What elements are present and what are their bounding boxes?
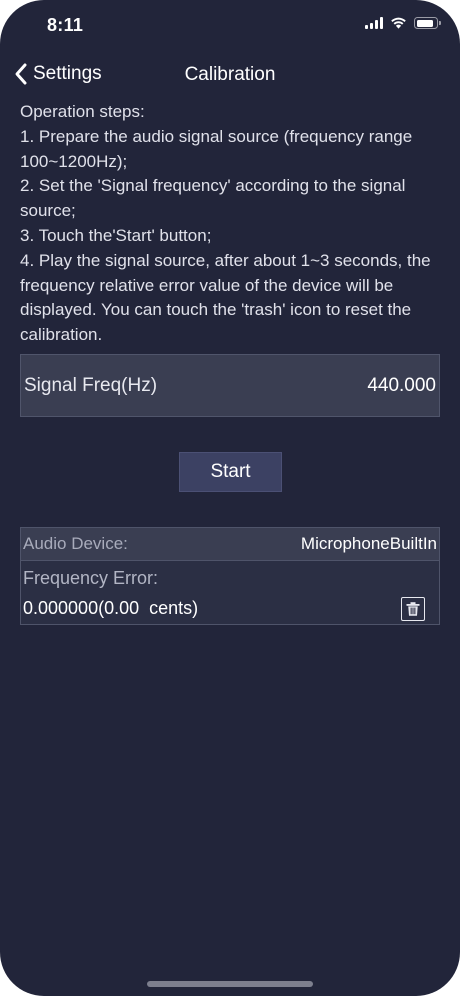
start-button[interactable]: Start <box>179 452 282 492</box>
status-time: 8:11 <box>47 15 84 35</box>
cellular-signal-icon <box>365 17 383 29</box>
audio-device-row: Audio Device: MicrophoneBuiltIn <box>21 528 439 561</box>
signal-freq-label: Signal Freq(Hz) <box>24 374 158 396</box>
audio-device-value: MicrophoneBuiltIn <box>300 534 437 553</box>
calibration-result-panel: Audio Device: MicrophoneBuiltIn Frequenc… <box>20 527 440 625</box>
instruction-step-4: 4. Play the signal source, after about 1… <box>20 250 431 345</box>
calibration-screen: 8:11 Settings Calibration Operation step… <box>0 0 460 996</box>
status-icons <box>365 17 441 29</box>
navigation-bar: Settings Calibration <box>0 50 460 98</box>
page-title: Calibration <box>184 64 276 85</box>
instruction-step-3: 3. Touch the'Start' button; <box>20 225 212 245</box>
battery-level <box>416 19 433 27</box>
instructions-text: Operation steps: 1. Prepare the audio si… <box>20 100 440 348</box>
instruction-step-1: 1. Prepare the audio signal source (freq… <box>20 126 413 171</box>
frequency-error-label: Frequency Error: <box>23 568 159 588</box>
wifi-icon <box>391 17 406 29</box>
home-indicator[interactable] <box>147 981 313 987</box>
signal-freq-row: Signal Freq(Hz) <box>20 354 440 417</box>
instructions-heading: Operation steps: <box>20 102 145 121</box>
trash-icon <box>406 602 420 616</box>
status-bar: 8:11 <box>0 0 460 50</box>
frequency-error-value: 0.000000(0.00 cents) <box>23 598 199 618</box>
reset-calibration-button[interactable] <box>401 597 425 621</box>
battery-icon <box>414 17 441 29</box>
instruction-step-2: 2. Set the 'Signal frequency' according … <box>20 176 406 221</box>
audio-device-label: Audio Device: <box>23 534 128 553</box>
signal-freq-input[interactable] <box>276 374 436 397</box>
